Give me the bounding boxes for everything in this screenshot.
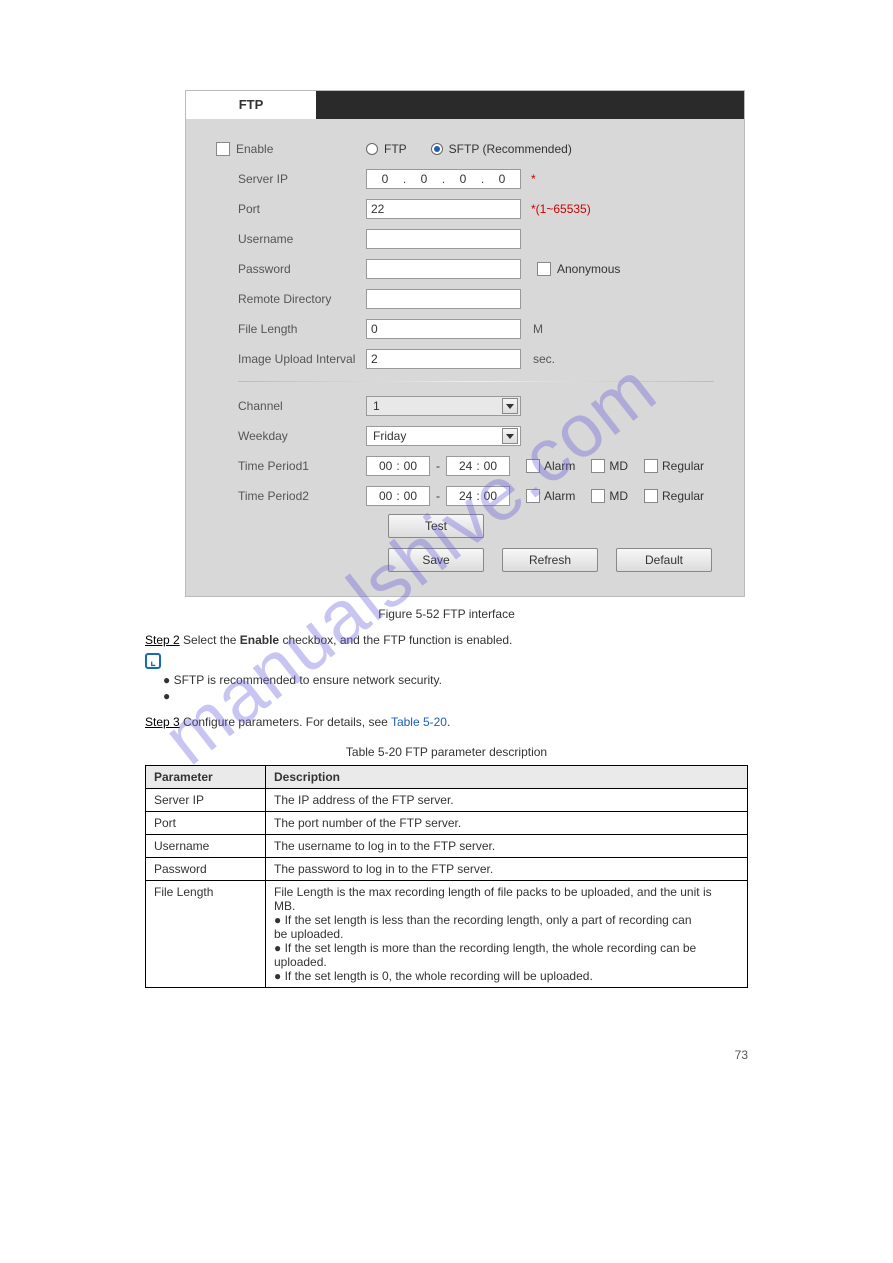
tab-bar: FTP [186,91,744,119]
username-input[interactable] [366,229,521,249]
cell-desc: The port number of the FTP server. [266,812,748,835]
enable-label: Enable [236,142,273,156]
tp2-md-checkbox[interactable] [591,489,605,503]
port-label: Port [216,202,366,216]
ip-octet-1[interactable]: 0 [371,172,399,186]
cell-desc: File Length is the max recording length … [266,881,748,988]
cell-param: Password [146,858,266,881]
ip-octet-2[interactable]: 0 [410,172,438,186]
tp1-regular-label: Regular [662,459,704,473]
protocol-ftp-radio[interactable] [366,143,378,155]
upload-interval-label: Image Upload Interval [216,352,366,366]
protocol-ftp-label: FTP [384,142,407,156]
section-divider [238,381,714,382]
password-label: Password [216,262,366,276]
note-bullet-1: ● SFTP is recommended to ensure network … [163,673,748,687]
remote-directory-input[interactable] [366,289,521,309]
weekday-select[interactable]: Friday [366,426,521,446]
tp2-regular-label: Regular [662,489,704,503]
save-button[interactable]: Save [388,548,484,572]
tp2-regular-checkbox[interactable] [644,489,658,503]
weekday-label: Weekday [216,429,366,443]
table-caption: Table 5-20 FTP parameter description [145,745,748,759]
step-2-text-a: Select the [183,633,240,647]
tp1-md-checkbox[interactable] [591,459,605,473]
tp2-alarm-checkbox[interactable] [526,489,540,503]
table-row: Username The username to log in to the F… [146,835,748,858]
remote-directory-label: Remote Directory [216,292,366,306]
step-2-text-b: checkbox, and the FTP function is enable… [282,633,512,647]
file-length-label: File Length [216,322,366,336]
refresh-button[interactable]: Refresh [502,548,598,572]
step-2-enable-word: Enable [240,633,279,647]
server-ip-required-mark: * [531,172,536,186]
protocol-sftp-label: SFTP (Recommended) [449,142,572,156]
channel-label: Channel [216,399,366,413]
step-2-label: Step 2 [145,633,180,647]
file-length-input[interactable]: 0 [366,319,521,339]
enable-checkbox[interactable] [216,142,230,156]
cell-param: Username [146,835,266,858]
parameter-table: Parameter Description Server IP The IP a… [145,765,748,988]
tp1-start-input[interactable]: 00:00 [366,456,430,476]
weekday-value: Friday [373,429,406,443]
anonymous-label: Anonymous [557,262,620,276]
cell-desc: The IP address of the FTP server. [266,789,748,812]
tp2-md-label: MD [609,489,628,503]
anonymous-checkbox[interactable] [537,262,551,276]
cell-param: File Length [146,881,266,988]
page-number: 73 [145,1048,748,1062]
figure-caption: Figure 5-52 FTP interface [145,607,748,621]
username-label: Username [216,232,366,246]
tp1-md-label: MD [609,459,628,473]
cell-param: Port [146,812,266,835]
upload-interval-input[interactable]: 2 [366,349,521,369]
chevron-down-icon [502,398,518,414]
cell-param: Server IP [146,789,266,812]
table-row: File Length File Length is the max recor… [146,881,748,988]
note-bullet-2: ● [163,689,748,703]
test-button[interactable]: Test [388,514,484,538]
ip-octet-3[interactable]: 0 [449,172,477,186]
channel-value: 1 [373,399,380,413]
step-3-text: Configure parameters. For details, see [183,715,391,729]
password-input[interactable] [366,259,521,279]
th-parameter: Parameter [146,766,266,789]
tp1-alarm-checkbox[interactable] [526,459,540,473]
protocol-sftp-radio[interactable] [431,143,443,155]
default-button[interactable]: Default [616,548,712,572]
chevron-down-icon [502,428,518,444]
time-period-1-label: Time Period1 [216,459,366,473]
tp2-end-input[interactable]: 24:00 [446,486,510,506]
ip-octet-4[interactable]: 0 [488,172,516,186]
th-description: Description [266,766,748,789]
note-icon: ⌞ [145,653,161,669]
step-3-link[interactable]: Table 5-20 [391,715,447,729]
cell-desc: The username to log in to the FTP server… [266,835,748,858]
step-3-label: Step 3 [145,715,180,729]
server-ip-label: Server IP [216,172,366,186]
time-period-2-label: Time Period2 [216,489,366,503]
tab-bar-fill [316,91,744,119]
tp2-start-input[interactable]: 00:00 [366,486,430,506]
upload-interval-unit: sec. [533,352,555,366]
tp1-alarm-label: Alarm [544,459,575,473]
channel-select[interactable]: 1 [366,396,521,416]
tab-ftp[interactable]: FTP [186,91,316,119]
port-input[interactable]: 22 [366,199,521,219]
tp1-end-input[interactable]: 24:00 [446,456,510,476]
ftp-settings-panel: FTP Enable FTP SFTP (Recommended) Server… [185,90,745,597]
server-ip-input[interactable]: 0. 0. 0. 0 [366,169,521,189]
port-hint: *(1~65535) [531,202,591,216]
file-length-unit: M [533,322,543,336]
cell-desc: The password to log in to the FTP server… [266,858,748,881]
table-row: Server IP The IP address of the FTP serv… [146,789,748,812]
table-row: Password The password to log in to the F… [146,858,748,881]
tp2-alarm-label: Alarm [544,489,575,503]
tp1-regular-checkbox[interactable] [644,459,658,473]
table-row: Port The port number of the FTP server. [146,812,748,835]
